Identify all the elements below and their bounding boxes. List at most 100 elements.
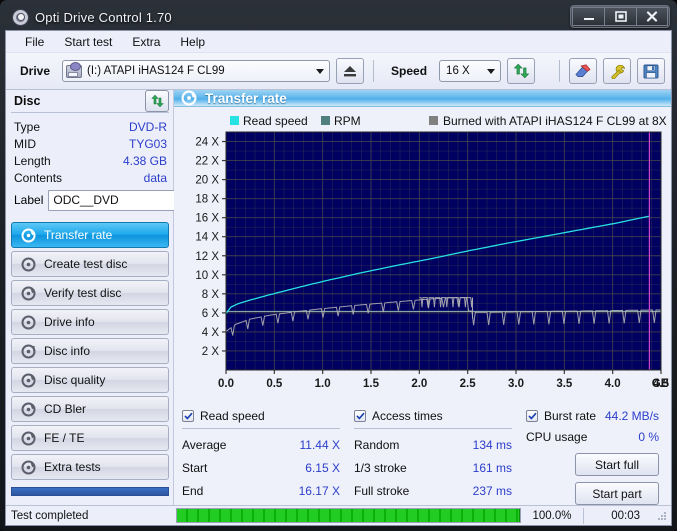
start-part-button[interactable]: Start part bbox=[575, 482, 659, 505]
status-bar: Test completed 100.0% 00:03 bbox=[6, 505, 671, 525]
window-title: Opti Drive Control 1.70 bbox=[35, 9, 172, 25]
menu-item-extra[interactable]: Extra bbox=[122, 32, 170, 52]
stat-value: 237 ms bbox=[472, 483, 512, 498]
svg-text:6 X: 6 X bbox=[202, 308, 220, 320]
disc-icon bbox=[21, 257, 36, 271]
burst-rate-label: Burst rate bbox=[544, 409, 597, 423]
sidebar-item-extra-tests[interactable]: Extra tests bbox=[11, 454, 169, 480]
eject-button[interactable] bbox=[336, 58, 365, 84]
disc-icon bbox=[21, 460, 36, 474]
progress-bar bbox=[176, 508, 521, 523]
disc-row-value: DVD-R bbox=[129, 119, 167, 134]
sidebar-item-label: Disc info bbox=[44, 344, 91, 358]
disc-label-row: Label bbox=[14, 189, 236, 211]
sidebar-item-label: Disc quality bbox=[44, 373, 106, 387]
sidebar-item-verify-test-disc[interactable]: Verify test disc bbox=[11, 280, 169, 306]
sidebar-item-create-test-disc[interactable]: Create test disc bbox=[11, 251, 169, 277]
svg-text:RPM: RPM bbox=[334, 114, 361, 128]
svg-text:GB: GB bbox=[652, 378, 669, 390]
disc-header-label: Disc bbox=[14, 94, 41, 108]
burst-rate-group: Burst rate 44.2 MB/s CPU usage 0 % Start… bbox=[526, 407, 663, 505]
read-speed-checkbox[interactable] bbox=[182, 410, 194, 422]
burst-rate-checkbox[interactable] bbox=[526, 410, 538, 422]
speed-select-value: 16 X bbox=[446, 65, 470, 77]
start-full-button[interactable]: Start full bbox=[575, 453, 659, 476]
drive-select[interactable]: (I:) ATAPI iHAS124 F CL99 bbox=[62, 60, 331, 82]
minimize-button[interactable] bbox=[572, 7, 604, 26]
sidebar-item-label: Transfer rate bbox=[44, 228, 113, 242]
access-times-checkbox[interactable] bbox=[354, 410, 366, 422]
maximize-button[interactable] bbox=[604, 7, 636, 26]
menu-item-file[interactable]: File bbox=[15, 32, 54, 52]
menu-item-help[interactable]: Help bbox=[170, 32, 215, 52]
disc-refresh-button[interactable] bbox=[145, 90, 169, 112]
sidebar-item-label: Verify test disc bbox=[44, 286, 122, 300]
speed-select[interactable]: 16 X bbox=[439, 60, 502, 82]
svg-text:1.5: 1.5 bbox=[363, 378, 380, 390]
disc-row-value: data bbox=[143, 170, 167, 185]
svg-text:22 X: 22 X bbox=[195, 156, 219, 168]
panel-header: Transfer rate bbox=[174, 90, 671, 107]
access-times-group: Access times Random 134 ms 1/3 stroke 16… bbox=[354, 407, 526, 505]
wrench-icon bbox=[611, 64, 625, 79]
access-times-checkbox-row[interactable]: Access times bbox=[354, 407, 526, 425]
disc-section-header: Disc bbox=[11, 90, 169, 113]
right-panel: Transfer rate 24 X 22 X 20 X 18 X 16 X 14 X 12… bbox=[174, 90, 671, 505]
sidebar-item-disc-info[interactable]: Disc info bbox=[11, 338, 169, 364]
sidebar-item-fe-te[interactable]: FE / TE bbox=[11, 425, 169, 451]
start-buttons: Start full Start part bbox=[526, 453, 663, 505]
menu-item-start-test[interactable]: Start test bbox=[54, 32, 122, 52]
sidebar-item-label: Extra tests bbox=[44, 460, 101, 474]
page-title: Transfer rate bbox=[205, 90, 287, 106]
sidebar-item-label: FE / TE bbox=[44, 431, 85, 445]
refresh-icon bbox=[513, 63, 529, 79]
stat-row-third-stroke: 1/3 stroke 161 ms bbox=[354, 456, 526, 479]
disc-info-list: Type DVD-R MID TYG03 Length 4.38 GB Cont… bbox=[11, 113, 236, 215]
disc-icon bbox=[12, 8, 29, 26]
stat-key: 1/3 stroke bbox=[354, 460, 407, 475]
close-button[interactable] bbox=[636, 7, 668, 26]
access-times-label: Access times bbox=[372, 409, 443, 423]
transfer-rate-chart: 24 X 22 X 20 X 18 X 16 X 14 X 12 X 10 X 8 X 6 X 4 … bbox=[174, 107, 671, 400]
refresh-icon bbox=[150, 94, 164, 108]
drive-select-value: (I:) ATAPI iHAS124 F CL99 bbox=[87, 65, 225, 77]
burst-rate-checkbox-row[interactable]: Burst rate 44.2 MB/s bbox=[526, 407, 663, 425]
resize-grip-icon[interactable] bbox=[656, 510, 668, 522]
refresh-button[interactable] bbox=[507, 58, 536, 84]
svg-text:4 X: 4 X bbox=[202, 327, 220, 339]
stat-row-average: Average 11.44 X bbox=[182, 433, 354, 456]
settings-button[interactable] bbox=[603, 58, 631, 84]
main-area: Disc Type DVD-R MID TYG03 Length 4.38 GB… bbox=[6, 90, 671, 521]
stat-value: 134 ms bbox=[472, 437, 512, 452]
read-speed-checkbox-row[interactable]: Read speed bbox=[182, 407, 354, 425]
toolbar-divider bbox=[373, 60, 375, 82]
disc-row-key: MID bbox=[14, 136, 36, 151]
status-message: Test completed bbox=[11, 509, 89, 522]
sidebar-accent-strip bbox=[11, 487, 169, 496]
stat-row-random: Random 134 ms bbox=[354, 433, 526, 456]
svg-text:2.0: 2.0 bbox=[411, 378, 427, 390]
svg-text:12 X: 12 X bbox=[195, 251, 219, 263]
sidebar-item-label: CD Bler bbox=[44, 402, 87, 416]
sidebar-item-cd-bler[interactable]: CD Bler bbox=[11, 396, 169, 422]
chevron-down-icon bbox=[483, 62, 498, 80]
chevron-down-icon bbox=[312, 62, 327, 80]
eject-icon bbox=[344, 66, 357, 77]
save-button[interactable] bbox=[637, 58, 665, 84]
sidebar-item-drive-info[interactable]: Drive info bbox=[11, 309, 169, 335]
sidebar-item-disc-quality[interactable]: Disc quality bbox=[11, 367, 169, 393]
app-window: Opti Drive Control 1.70 File Start test … bbox=[0, 0, 677, 531]
progress-bar-fill bbox=[177, 509, 520, 522]
stat-row-full-stroke: Full stroke 237 ms bbox=[354, 479, 526, 502]
sidebar-item-transfer-rate[interactable]: Transfer rate bbox=[11, 222, 169, 248]
client-area: File Start test Extra Help Drive (I:) AT… bbox=[5, 30, 672, 526]
clear-button[interactable] bbox=[569, 58, 597, 84]
svg-text:10 X: 10 X bbox=[195, 270, 219, 282]
stat-key: CPU usage bbox=[526, 430, 588, 444]
disc-row-length: Length 4.38 GB bbox=[14, 152, 167, 169]
svg-text:0.5: 0.5 bbox=[266, 378, 283, 390]
menu-bar: File Start test Extra Help bbox=[6, 31, 671, 53]
stat-key: Average bbox=[182, 437, 227, 452]
stat-key: Random bbox=[354, 437, 400, 452]
toolbar-divider-2 bbox=[559, 60, 560, 82]
